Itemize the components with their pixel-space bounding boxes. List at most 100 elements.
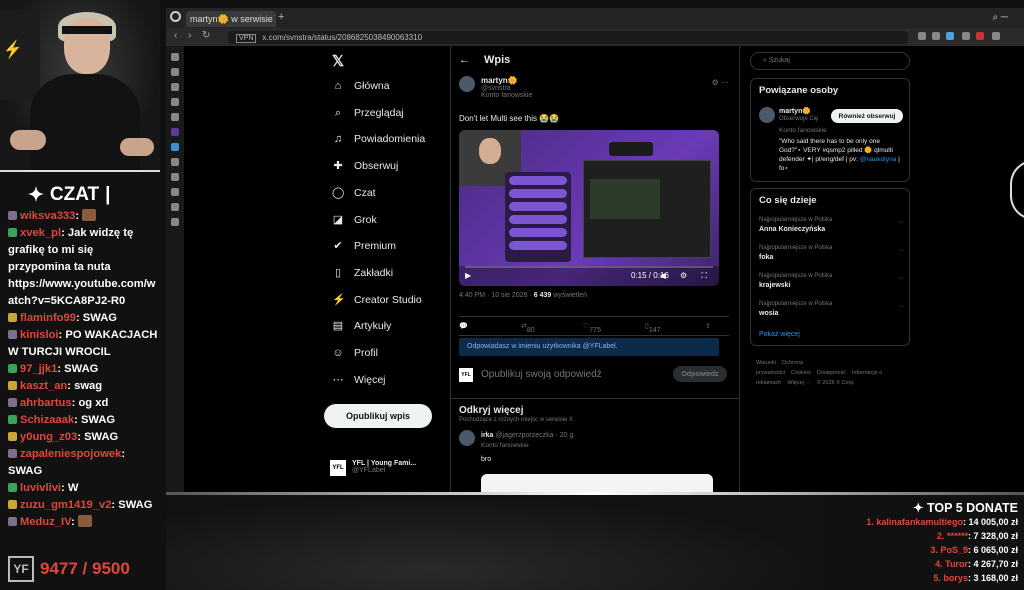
play-icon[interactable]: ▶ [465, 271, 471, 280]
tweet-author[interactable]: martyn🌼 @svnstra Konto fanowskie [459, 76, 532, 99]
reload-icon[interactable]: ↻ [202, 30, 210, 41]
webcam-person-body [30, 74, 140, 170]
nav-item-creator[interactable]: ⚡ Creator Studio [332, 294, 422, 306]
reply-input[interactable]: Opublikuj swoją odpowiedź [481, 369, 602, 380]
footer-link[interactable]: Cookies [791, 370, 811, 376]
nav-item-label: Creator Studio [354, 293, 422, 306]
account-switcher[interactable]: YFL YFL | Young Fami... @YFLabel [330, 460, 416, 476]
page-title: ← Wpis [459, 54, 510, 66]
chat-username[interactable]: Schizaaak [20, 414, 74, 426]
extension-icon[interactable] [976, 32, 984, 40]
tweet-video[interactable]: ▶ 0:15 / 0:16 ◀ ⚙ ⛶ [459, 130, 719, 286]
extension-icon[interactable] [918, 32, 926, 40]
post-button[interactable]: Opublikuj wpis [324, 404, 432, 428]
search-input[interactable]: ⌕ Szukaj [750, 52, 910, 70]
donate-name: Turor [945, 559, 968, 569]
reply-button[interactable]: Odpowiedz [673, 366, 727, 382]
video-controls: ▶ 0:15 / 0:16 ◀ ⚙ ⛶ [459, 266, 719, 286]
chat-username[interactable]: y0ung_z03 [20, 431, 77, 443]
reply-icon[interactable]: 💬 [459, 322, 468, 330]
spotify-icon[interactable] [171, 188, 179, 196]
chat-username[interactable]: kaszt_an [20, 380, 67, 392]
nav-item-follow[interactable]: ✚ Obserwuj [332, 160, 398, 172]
nav-item-articles[interactable]: ▤ Artykuły [332, 320, 392, 332]
follow-icon: ✚ [333, 160, 343, 173]
more-icon[interactable]: ··· [898, 275, 905, 282]
new-tab-icon[interactable]: + [278, 11, 284, 23]
like-button[interactable]: ♡ 775 [583, 322, 601, 334]
sidebar-icon[interactable] [171, 218, 179, 226]
sidebar-icon[interactable] [171, 53, 179, 61]
nav-item-chat[interactable]: ◯ Czat [332, 187, 376, 199]
trend-item[interactable]: Najpopularniejsze w Polska wosia ··· [759, 301, 905, 317]
more-icon[interactable]: ··· [898, 303, 905, 310]
back-icon[interactable]: ‹ [174, 30, 177, 41]
nav-item-premium[interactable]: ✔ Premium [332, 240, 396, 252]
extension-icon[interactable] [962, 32, 970, 40]
tab-search-icon[interactable]: ⌕ ─ [993, 12, 1008, 23]
sidebar-icon[interactable] [171, 98, 179, 106]
sidebar-icon[interactable] [171, 203, 179, 211]
vpn-badge[interactable]: VPN [236, 34, 257, 43]
browser-tab[interactable]: martyn🌼 w serwisie X: „Do... [186, 11, 276, 27]
show-more-link[interactable]: Pokaż więcej [759, 331, 800, 338]
footer-link[interactable]: Dostępność [817, 370, 846, 376]
chat-username[interactable]: kinisloi [20, 329, 59, 341]
sidebar-icon[interactable] [171, 113, 179, 121]
discord-icon[interactable] [171, 143, 179, 151]
author-subtitle: Konto fanowskie [481, 92, 533, 99]
nav-item-label: Obserwuj [354, 160, 399, 173]
footer-link[interactable]: Więcej ··· [787, 380, 811, 386]
trend-item[interactable]: Najpopularniejsze w Polska foka ··· [759, 245, 905, 261]
nav-item-bell[interactable]: ♫ Powiadomienia [332, 133, 425, 145]
extension-icon[interactable] [932, 32, 940, 40]
bookmark-button[interactable]: ▯ 147 [645, 322, 661, 334]
follow-back-button[interactable]: Również obserwuj [831, 109, 903, 123]
extension-icon[interactable] [946, 32, 954, 40]
x-logo-icon[interactable]: 𝕏 [332, 52, 344, 70]
address-bar[interactable]: VPN x.com/svnstra/status/2086825038490063… [228, 31, 908, 44]
menu-icon[interactable] [992, 32, 1000, 40]
opera-logo-icon[interactable] [170, 11, 181, 22]
avatar[interactable] [459, 430, 475, 446]
back-arrow-icon[interactable]: ← [459, 54, 470, 66]
repost-button[interactable]: ⇄ 80 [521, 322, 535, 334]
share-icon[interactable]: ⇪ [705, 322, 711, 330]
nav-item-more[interactable]: ⋯ Więcej [332, 374, 386, 386]
sidebar-icon[interactable] [171, 68, 179, 76]
trend-item[interactable]: Najpopularniejsze w Polska Anna Konieczyń… [759, 217, 905, 233]
chat-username[interactable]: zapaleniespojowek [20, 448, 121, 460]
home-icon: ⌂ [334, 80, 342, 92]
sidebar-icon[interactable] [171, 83, 179, 91]
tiktok-icon[interactable] [171, 158, 179, 166]
forward-icon[interactable]: › [188, 30, 191, 41]
nav-item-bookmark[interactable]: ▯ Zakładki [332, 267, 393, 279]
chat-username[interactable]: xvek_pl [20, 227, 61, 239]
post-image[interactable] [481, 474, 713, 492]
chat-username[interactable]: wiksva333 [20, 210, 75, 222]
nav-item-home[interactable]: ⌂ Główna [332, 80, 390, 92]
nav-item-search[interactable]: ⌕ Przeglądaj [332, 107, 404, 119]
twitch-icon[interactable] [171, 128, 179, 136]
nav-item-label: Przeglądaj [354, 106, 404, 119]
chat-username[interactable]: 97_jjk1 [20, 363, 57, 375]
chat-username[interactable]: ahrbartus [20, 397, 72, 409]
chat-username[interactable]: flaminfo99 [20, 312, 76, 324]
related-name[interactable]: martyn🌼 [779, 107, 811, 115]
avatar[interactable] [459, 76, 475, 92]
x-icon[interactable] [171, 173, 179, 181]
trend-item[interactable]: Najpopularniejsze w Polska krajewski ··· [759, 273, 905, 289]
more-icon[interactable]: ··· [898, 219, 905, 226]
nav-item-profile[interactable]: ☺ Profil [332, 347, 378, 359]
chat-username[interactable]: Meduz_IV [20, 516, 71, 528]
related-bio-link[interactable]: @naukotyna [860, 156, 897, 163]
footer-link[interactable]: © 2026 X Corp. [817, 380, 855, 386]
more-icon[interactable]: ··· [898, 247, 905, 254]
chat-username[interactable]: luvivlivi [20, 482, 61, 494]
avatar[interactable] [759, 107, 775, 123]
chat-username[interactable]: zuzu_gm1419_v2 [20, 499, 111, 511]
video-control-icons[interactable]: ◀ ⚙ ⛶ [660, 271, 713, 281]
tweet-more-icon[interactable]: ⚙ ⋯ [712, 78, 729, 87]
footer-link[interactable]: Warunki [756, 360, 776, 366]
nav-item-grok[interactable]: ◪ Grok [332, 214, 377, 226]
